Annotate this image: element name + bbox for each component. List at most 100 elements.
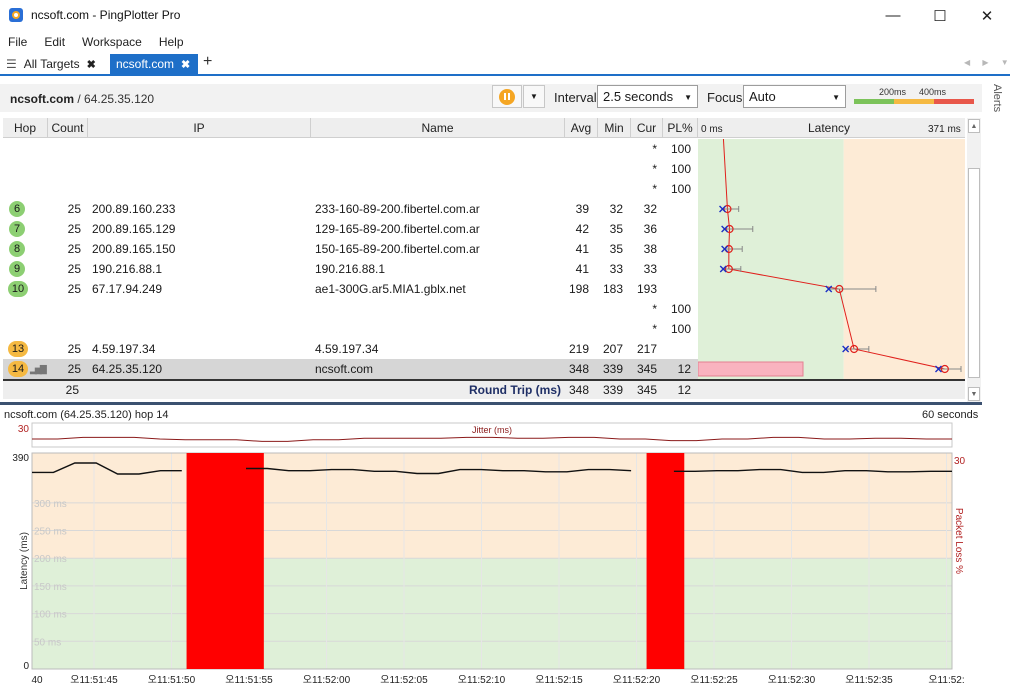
legend-green [854, 99, 894, 104]
x-tick-label: 오11:52:25 [690, 675, 738, 686]
table-row[interactable]: 14 25 64.25.35.120 ncsoft.com 348 339 345 12 ▂▅▇ [3, 359, 699, 379]
latency-min-label: 0 ms [701, 124, 723, 135]
focus-select[interactable]: Auto ▼ [743, 85, 846, 108]
table-row[interactable]: 7 25 200.89.165.129 129-165-89-200.fibertel… [3, 219, 699, 239]
graph-title: ncsoft.com (64.25.35.120) hop 14 [4, 409, 169, 421]
cell-cur: 36 [643, 222, 657, 236]
x-tick-label: 오11:51:45 [70, 675, 118, 686]
focus-value: Auto [749, 89, 776, 104]
target-label: ncsoft.com / 64.25.35.120 [10, 92, 154, 106]
list-icon: ☰ [6, 57, 17, 71]
x-tick-label: 오11:52: [928, 675, 964, 686]
cell-cur: 33 [643, 262, 657, 276]
gridline-label: 50 ms [34, 637, 61, 648]
maximize-button[interactable]: ☐ [917, 0, 963, 31]
close-button[interactable]: ✕ [964, 0, 1010, 31]
interval-label: Interval [554, 90, 597, 105]
legend-red [934, 99, 974, 104]
interval-select[interactable]: 2.5 seconds ▼ [597, 85, 698, 108]
minimize-button[interactable]: — [870, 0, 916, 31]
col-min[interactable]: Min [598, 118, 631, 138]
cell-cur: 193 [636, 282, 657, 296]
table-row[interactable]: 6 25 200.89.160.233 233-160-89-200.fibertel… [3, 199, 699, 219]
menu-file[interactable]: File [8, 35, 27, 49]
col-latency[interactable]: Latency [808, 121, 850, 135]
gridline-label: 100 ms [34, 610, 67, 621]
table-row[interactable]: 8 25 200.89.165.150 150-165-89-200.fibertel… [3, 239, 699, 259]
y-max-label: 390 [12, 453, 29, 464]
gridline-label: 250 ms [34, 527, 67, 538]
table-row[interactable]: * 100 [3, 179, 699, 199]
col-hop[interactable]: Hop [3, 118, 48, 138]
scroll-down-icon[interactable]: ▼ [968, 387, 980, 401]
cell-pl: 100 [670, 302, 691, 316]
col-count[interactable]: Count [48, 118, 88, 138]
cell-pl: 100 [670, 322, 691, 336]
table-row[interactable]: 10 25 67.17.94.249 ae1-300G.ar5.MIA1.gblx.n… [3, 279, 699, 299]
y-min-label: 0 [23, 661, 29, 672]
x-tick-label: 오11:52:30 [768, 675, 816, 686]
x-tick-label: 오11:52:00 [303, 675, 351, 686]
col-pl[interactable]: PL% [663, 118, 698, 138]
table-row[interactable]: * 100 [3, 159, 699, 179]
packet-loss-bar [698, 361, 804, 377]
close-tab-icon[interactable]: ✖ [181, 58, 190, 71]
latency-legend-bar [854, 99, 974, 104]
window-title: ncsoft.com - PingPlotter Pro [31, 8, 181, 22]
col-cur[interactable]: Cur [631, 118, 663, 138]
alerts-side-tab[interactable]: Alerts [987, 84, 1003, 124]
focus-label: Focus [707, 90, 743, 105]
zone-orange [32, 453, 952, 559]
gridline-label: 200 ms [34, 554, 67, 565]
jitter-max-label: 30 [18, 424, 30, 435]
x-tick-label: 오11:52:20 [613, 675, 661, 686]
menu-help[interactable]: Help [159, 35, 184, 49]
cell-pl: 100 [670, 142, 691, 156]
chevron-down-icon: ▼ [684, 93, 692, 102]
target-toolbar: ncsoft.com / 64.25.35.120 ▼ Interval 2.5… [0, 84, 982, 112]
tab-scroll-arrows-icon[interactable]: ◀ ▶ ▼ [964, 58, 1010, 67]
menu-workspace[interactable]: Workspace [82, 35, 142, 49]
add-tab-button[interactable]: + [203, 53, 212, 71]
col-ip[interactable]: IP [88, 118, 311, 138]
rt-pl: 12 [677, 383, 691, 397]
x-tick-label: 오11:52:15 [535, 675, 583, 686]
gridline-label: 150 ms [34, 582, 67, 593]
menu-bar: File Edit Workspace Help [0, 31, 1010, 53]
graph-duration[interactable]: 60 seconds [922, 409, 978, 421]
tab-label: ncsoft.com [116, 57, 175, 71]
x-tick-label: 오11:52:10 [458, 675, 506, 686]
scroll-up-icon[interactable]: ▲ [968, 119, 980, 133]
table-row[interactable]: * 100 [3, 319, 699, 339]
x-tick-label: 오11:52:35 [845, 675, 893, 686]
table-row[interactable]: 9 25 190.216.88.1 190.216.88.1 41 33 33 [3, 259, 699, 279]
table-row[interactable]: * 100 [3, 139, 699, 159]
legend-400-label: 400ms [919, 87, 947, 97]
cell-pl: 100 [670, 162, 691, 176]
scrollbar-thumb[interactable] [968, 168, 980, 378]
table-row[interactable]: 13 25 4.59.197.34 4.59.197.34 219 207 217 [3, 339, 699, 359]
gridline-label: 300 ms [34, 499, 67, 510]
chevron-down-icon: ▼ [832, 93, 840, 102]
tab-bar: ☰ All Targets ✖ ncsoft.com ✖ + ◀ ▶ ▼ [0, 53, 1010, 76]
col-avg[interactable]: Avg [565, 118, 598, 138]
tab-all-targets[interactable]: ☰ All Targets ✖ [6, 54, 96, 74]
col-name[interactable]: Name [311, 118, 565, 138]
x-first-label: 40 [31, 675, 43, 686]
graph-bars-icon[interactable]: ▂▅▇ [30, 364, 47, 375]
table-row[interactable]: * 100 [3, 299, 699, 319]
cell-pl: 12 [677, 362, 691, 376]
pause-button[interactable] [492, 85, 522, 108]
pause-dropdown-button[interactable]: ▼ [523, 85, 545, 108]
latency-max-label: 371 ms [928, 124, 961, 135]
tab-ncsoft[interactable]: ncsoft.com ✖ [110, 54, 198, 74]
latency-plot [698, 139, 965, 379]
close-tab-icon[interactable]: ✖ [87, 58, 96, 71]
x-tick-label: 오11:51:50 [148, 675, 196, 686]
legend-200-label: 200ms [879, 87, 907, 97]
menu-edit[interactable]: Edit [44, 35, 65, 49]
jitter-label: Jitter (ms) [472, 425, 512, 435]
timeline-graph: 30 Jitter (ms) 300 ms 250 ms 200 ms 150 ms 100… [12, 422, 966, 686]
table-scrollbar[interactable]: ▲ ▼ [967, 118, 981, 403]
pane-splitter[interactable] [0, 402, 982, 405]
